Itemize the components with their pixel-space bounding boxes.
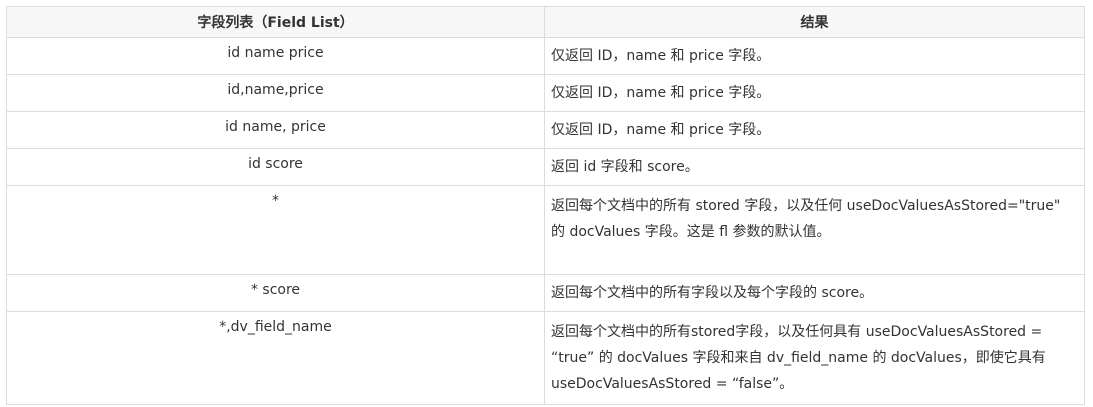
field-list-cell: id name, price	[6, 111, 545, 149]
table-row: id name, price 仅返回 ID，name 和 price 字段。	[6, 111, 1085, 149]
field-list-table-container: 字段列表（Field List） 结果 id name price 仅返回 ID…	[6, 6, 1085, 405]
result-cell: 仅返回 ID，name 和 price 字段。	[544, 74, 1085, 112]
table-row: * 返回每个文档中的所有 stored 字段，以及任何 useDocValues…	[6, 185, 1085, 275]
table-row: id name price 仅返回 ID，name 和 price 字段。	[6, 37, 1085, 75]
field-list-cell: id name price	[6, 37, 545, 75]
field-list-cell: *	[6, 185, 545, 275]
result-cell: 仅返回 ID，name 和 price 字段。	[544, 111, 1085, 149]
header-result: 结果	[544, 6, 1085, 38]
field-list-cell: * score	[6, 274, 545, 312]
result-cell: 返回每个文档中的所有stored字段，以及任何具有 useDocValuesAs…	[544, 311, 1085, 405]
table-header: 字段列表（Field List） 结果	[6, 6, 1085, 38]
table-row: * score 返回每个文档中的所有字段以及每个字段的 score。	[6, 274, 1085, 312]
field-list-table: 字段列表（Field List） 结果 id name price 仅返回 ID…	[6, 6, 1085, 405]
table-row: id,name,price 仅返回 ID，name 和 price 字段。	[6, 74, 1085, 112]
table-body: id name price 仅返回 ID，name 和 price 字段。 id…	[6, 37, 1085, 405]
result-cell: 返回每个文档中的所有 stored 字段，以及任何 useDocValuesAs…	[544, 185, 1085, 275]
header-field-list: 字段列表（Field List）	[6, 6, 545, 38]
result-cell: 返回 id 字段和 score。	[544, 148, 1085, 186]
table-row: id score 返回 id 字段和 score。	[6, 148, 1085, 186]
table-row: *,dv_field_name 返回每个文档中的所有stored字段，以及任何具…	[6, 311, 1085, 405]
field-list-cell: *,dv_field_name	[6, 311, 545, 405]
result-cell: 返回每个文档中的所有字段以及每个字段的 score。	[544, 274, 1085, 312]
field-list-cell: id score	[6, 148, 545, 186]
result-cell: 仅返回 ID，name 和 price 字段。	[544, 37, 1085, 75]
header-row: 字段列表（Field List） 结果	[6, 6, 1085, 38]
field-list-cell: id,name,price	[6, 74, 545, 112]
